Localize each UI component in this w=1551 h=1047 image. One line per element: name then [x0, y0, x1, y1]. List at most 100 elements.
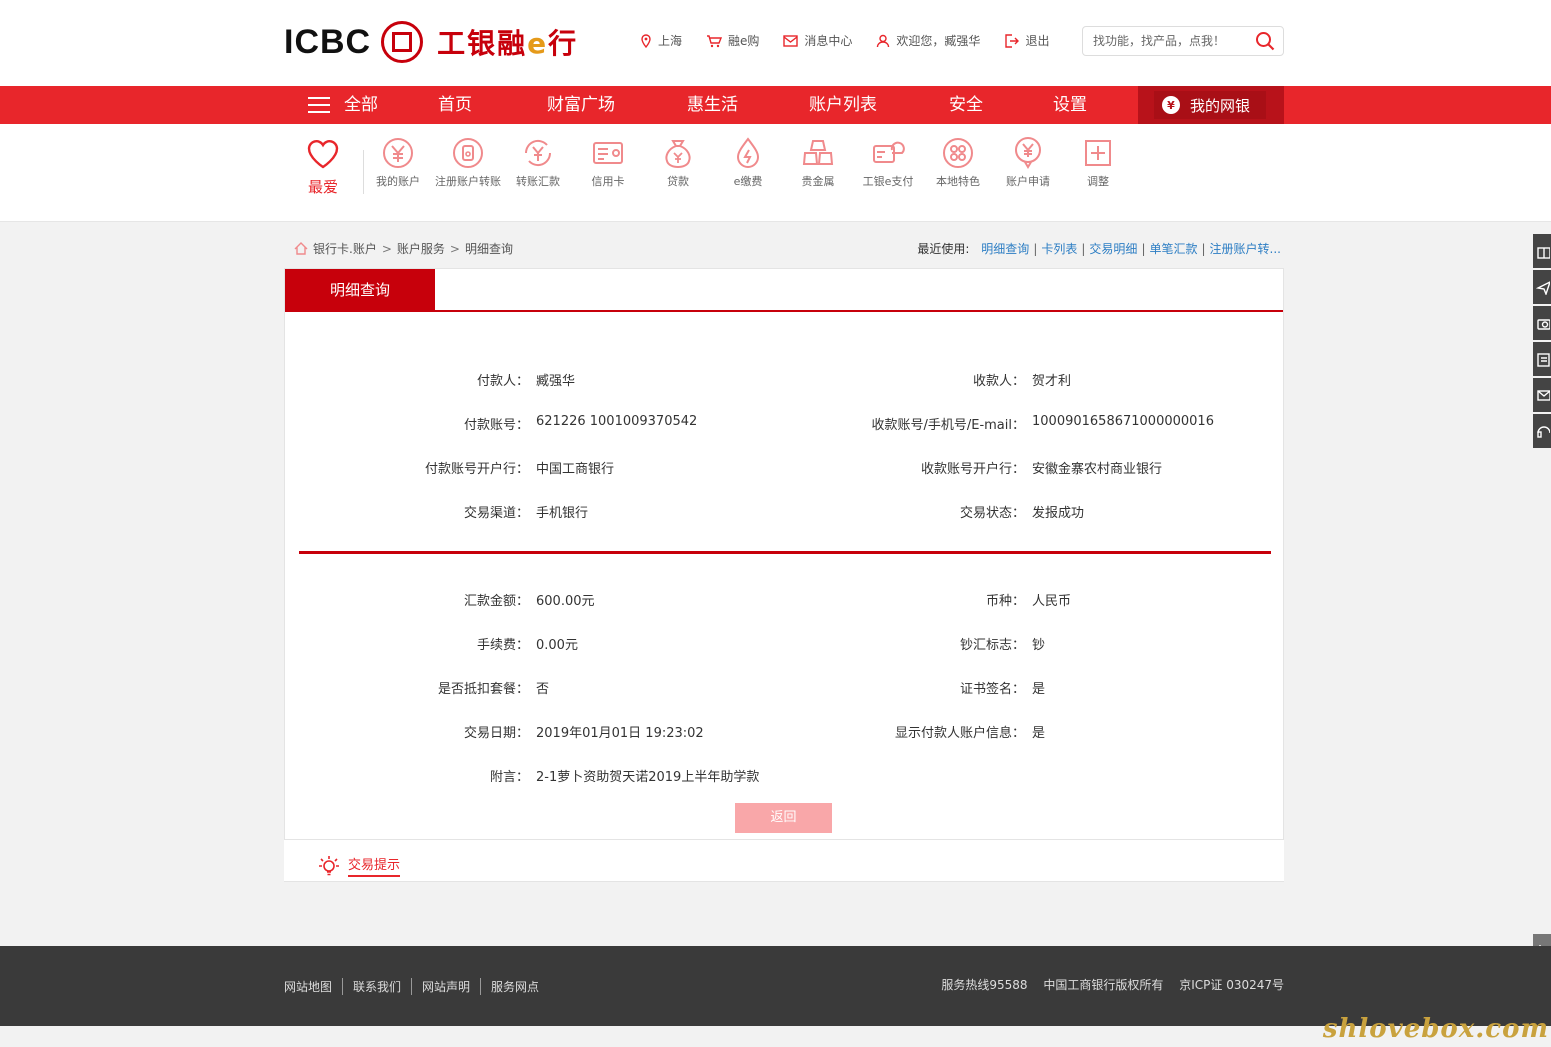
main-nav: 全部 首页 财富广场 惠生活 账户列表 安全 设置 ¥ 我的网银	[0, 86, 1551, 124]
sidebar-camera-button[interactable]	[1533, 306, 1551, 340]
recent-link-single-remit[interactable]: 单笔汇款	[1149, 242, 1197, 256]
breadcrumb-item-card-account[interactable]: 银行卡.账户	[313, 240, 377, 257]
welcome-user[interactable]: 欢迎您，臧强华	[876, 32, 980, 49]
quick-item-precious-metals[interactable]: 贵金属	[783, 136, 853, 190]
recent-link-transaction-detail[interactable]: 交易明细	[1089, 242, 1137, 256]
sidebar-service-button[interactable]	[1533, 414, 1551, 448]
remark-label: 附言：	[489, 770, 529, 785]
quick-item-icbc-epay[interactable]: 工银e支付	[853, 136, 923, 190]
footer-link-contact[interactable]: 联系我们	[342, 978, 411, 995]
shop-link[interactable]: 融e购	[706, 32, 759, 49]
headset-icon	[1537, 426, 1550, 438]
footer-link-statement[interactable]: 网站声明	[411, 978, 480, 995]
watermark: shlovebox.com	[1322, 1014, 1549, 1044]
date-value: 2019年01月01日 19:23:02	[536, 726, 704, 741]
nav-mybank[interactable]: ¥ 我的网银	[1138, 86, 1284, 124]
messages-link[interactable]: 消息中心	[783, 32, 852, 49]
nav-item-settings[interactable]: 设置	[1053, 86, 1087, 124]
channel-label: 交易渠道：	[463, 506, 529, 521]
recent-link-registered-transfer[interactable]: 注册账户转...	[1210, 242, 1281, 256]
sidebar-mail-button[interactable]	[1533, 378, 1551, 412]
recently-used: 最近使用: 明细查询 | 卡列表 | 交易明细 | 单笔汇款 | 注册账户转...	[917, 242, 1281, 256]
nav-item-home[interactable]: 首页	[438, 86, 472, 124]
yen-circle-icon	[383, 138, 413, 168]
messages-text: 消息中心	[804, 34, 853, 48]
icbc-logo[interactable]: ICBC 工银融e行	[284, 21, 579, 63]
cert-sign-value: 是	[1032, 682, 1046, 697]
show-payer-label: 显示付款人账户信息：	[894, 726, 1025, 741]
heart-icon	[307, 140, 339, 169]
payee-account-value: 1000901658671000000016	[1032, 414, 1214, 429]
cart-icon	[707, 34, 723, 47]
top-links: 上海 融e购 消息中心 欢迎您，臧强华 退出	[640, 32, 1073, 49]
status-label: 交易状态：	[959, 506, 1025, 521]
gold-bars-icon	[802, 140, 834, 165]
quick-item-account-apply[interactable]: 账户申请	[993, 136, 1063, 190]
sidebar-send-button[interactable]	[1533, 270, 1551, 304]
date-label: 交易日期：	[463, 726, 529, 741]
quick-item-credit-card[interactable]: 信用卡	[573, 136, 643, 190]
payee-value: 贺才利	[1032, 374, 1072, 389]
recent-link-card-list[interactable]: 卡列表	[1041, 242, 1077, 256]
hamburger-icon	[308, 97, 330, 113]
local-icon	[943, 138, 973, 168]
footer-link-sitemap[interactable]: 网站地图	[284, 978, 342, 995]
quick-item-adjust[interactable]: 调整	[1063, 136, 1133, 190]
recent-link-detail-query[interactable]: 明细查询	[981, 242, 1029, 256]
footer-hotline: 服务热线95588	[941, 978, 1028, 992]
nav-item-wealth[interactable]: 财富广场	[547, 86, 615, 124]
logo-chinese: 工银融e行	[437, 27, 579, 60]
quick-item-registered-transfer[interactable]: 注册账户转账	[433, 136, 503, 190]
recent-label: 最近使用:	[917, 242, 970, 256]
location-text: 上海	[658, 34, 683, 48]
nav-item-accounts[interactable]: 账户列表	[809, 86, 877, 124]
fee-value: 0.00元	[536, 638, 578, 653]
sidebar-gift-button[interactable]	[1533, 234, 1551, 268]
quick-item-loan[interactable]: 贷款	[643, 136, 713, 190]
footer: 网站地图 联系我们 网站声明 服务网点 服务热线95588 中国工商银行版权所有…	[0, 946, 1551, 1026]
home-icon[interactable]	[294, 242, 308, 255]
footer-icp[interactable]: 京ICP证 030247号	[1179, 978, 1284, 992]
search-icon[interactable]	[1255, 31, 1275, 51]
currency-value: 人民币	[1032, 594, 1072, 609]
payer-bank-label: 付款账号开户行：	[424, 462, 529, 477]
welcome-text: 欢迎您，臧强华	[896, 34, 981, 48]
breadcrumb-item-account-service[interactable]: 账户服务	[397, 240, 445, 257]
payer-account-label: 付款账号：	[463, 418, 529, 433]
amount-label: 汇款金额：	[463, 594, 529, 609]
payee-account-label: 收款账号/手机号/E-mail：	[871, 418, 1025, 433]
cash-flag-label: 钞汇标志：	[959, 638, 1025, 653]
camera-icon	[1537, 319, 1550, 330]
lightbulb-icon	[319, 855, 339, 875]
floating-sidebar	[1533, 234, 1551, 450]
nav-item-security[interactable]: 安全	[949, 86, 983, 124]
nav-item-life[interactable]: 惠生活	[687, 86, 738, 124]
nav-all-menu[interactable]: 全部	[308, 86, 378, 124]
search-input[interactable]	[1083, 34, 1243, 48]
payee-label: 收款人：	[972, 374, 1025, 389]
apply-icon	[1015, 137, 1041, 169]
currency-label: 币种：	[985, 594, 1025, 609]
quick-item-my-account[interactable]: 我的账户	[363, 136, 433, 190]
epay-icon	[873, 141, 905, 163]
location-link[interactable]: 上海	[640, 32, 682, 49]
money-bag-icon: ¥	[1162, 96, 1180, 114]
quick-item-transfer[interactable]: 转账汇款	[503, 136, 573, 190]
favorites-label: 最爱	[307, 178, 338, 196]
sidebar-clipboard-button[interactable]	[1533, 342, 1551, 376]
quick-item-local[interactable]: 本地特色	[923, 136, 993, 190]
tab-detail-query[interactable]: 明细查询	[285, 269, 435, 311]
back-button[interactable]: 返回	[735, 803, 832, 833]
account-transfer-icon	[453, 138, 483, 168]
favorites-button[interactable]: 最爱	[300, 138, 346, 197]
tips-label[interactable]: 交易提示	[348, 854, 401, 877]
tab-underline	[285, 310, 1283, 312]
cert-sign-label: 证书签名：	[959, 682, 1025, 697]
section-divider	[299, 551, 1271, 554]
footer-link-outlets[interactable]: 服务网点	[480, 978, 549, 995]
breadcrumb-item-detail-query: 明细查询	[464, 242, 513, 256]
remark-value: 2-1萝卜资助贺天诺2019上半年助学款	[536, 770, 760, 785]
quick-item-epay-bills[interactable]: e缴费	[713, 136, 783, 190]
shop-text: 融e购	[728, 34, 760, 48]
logout-link[interactable]: 退出	[1004, 32, 1049, 49]
